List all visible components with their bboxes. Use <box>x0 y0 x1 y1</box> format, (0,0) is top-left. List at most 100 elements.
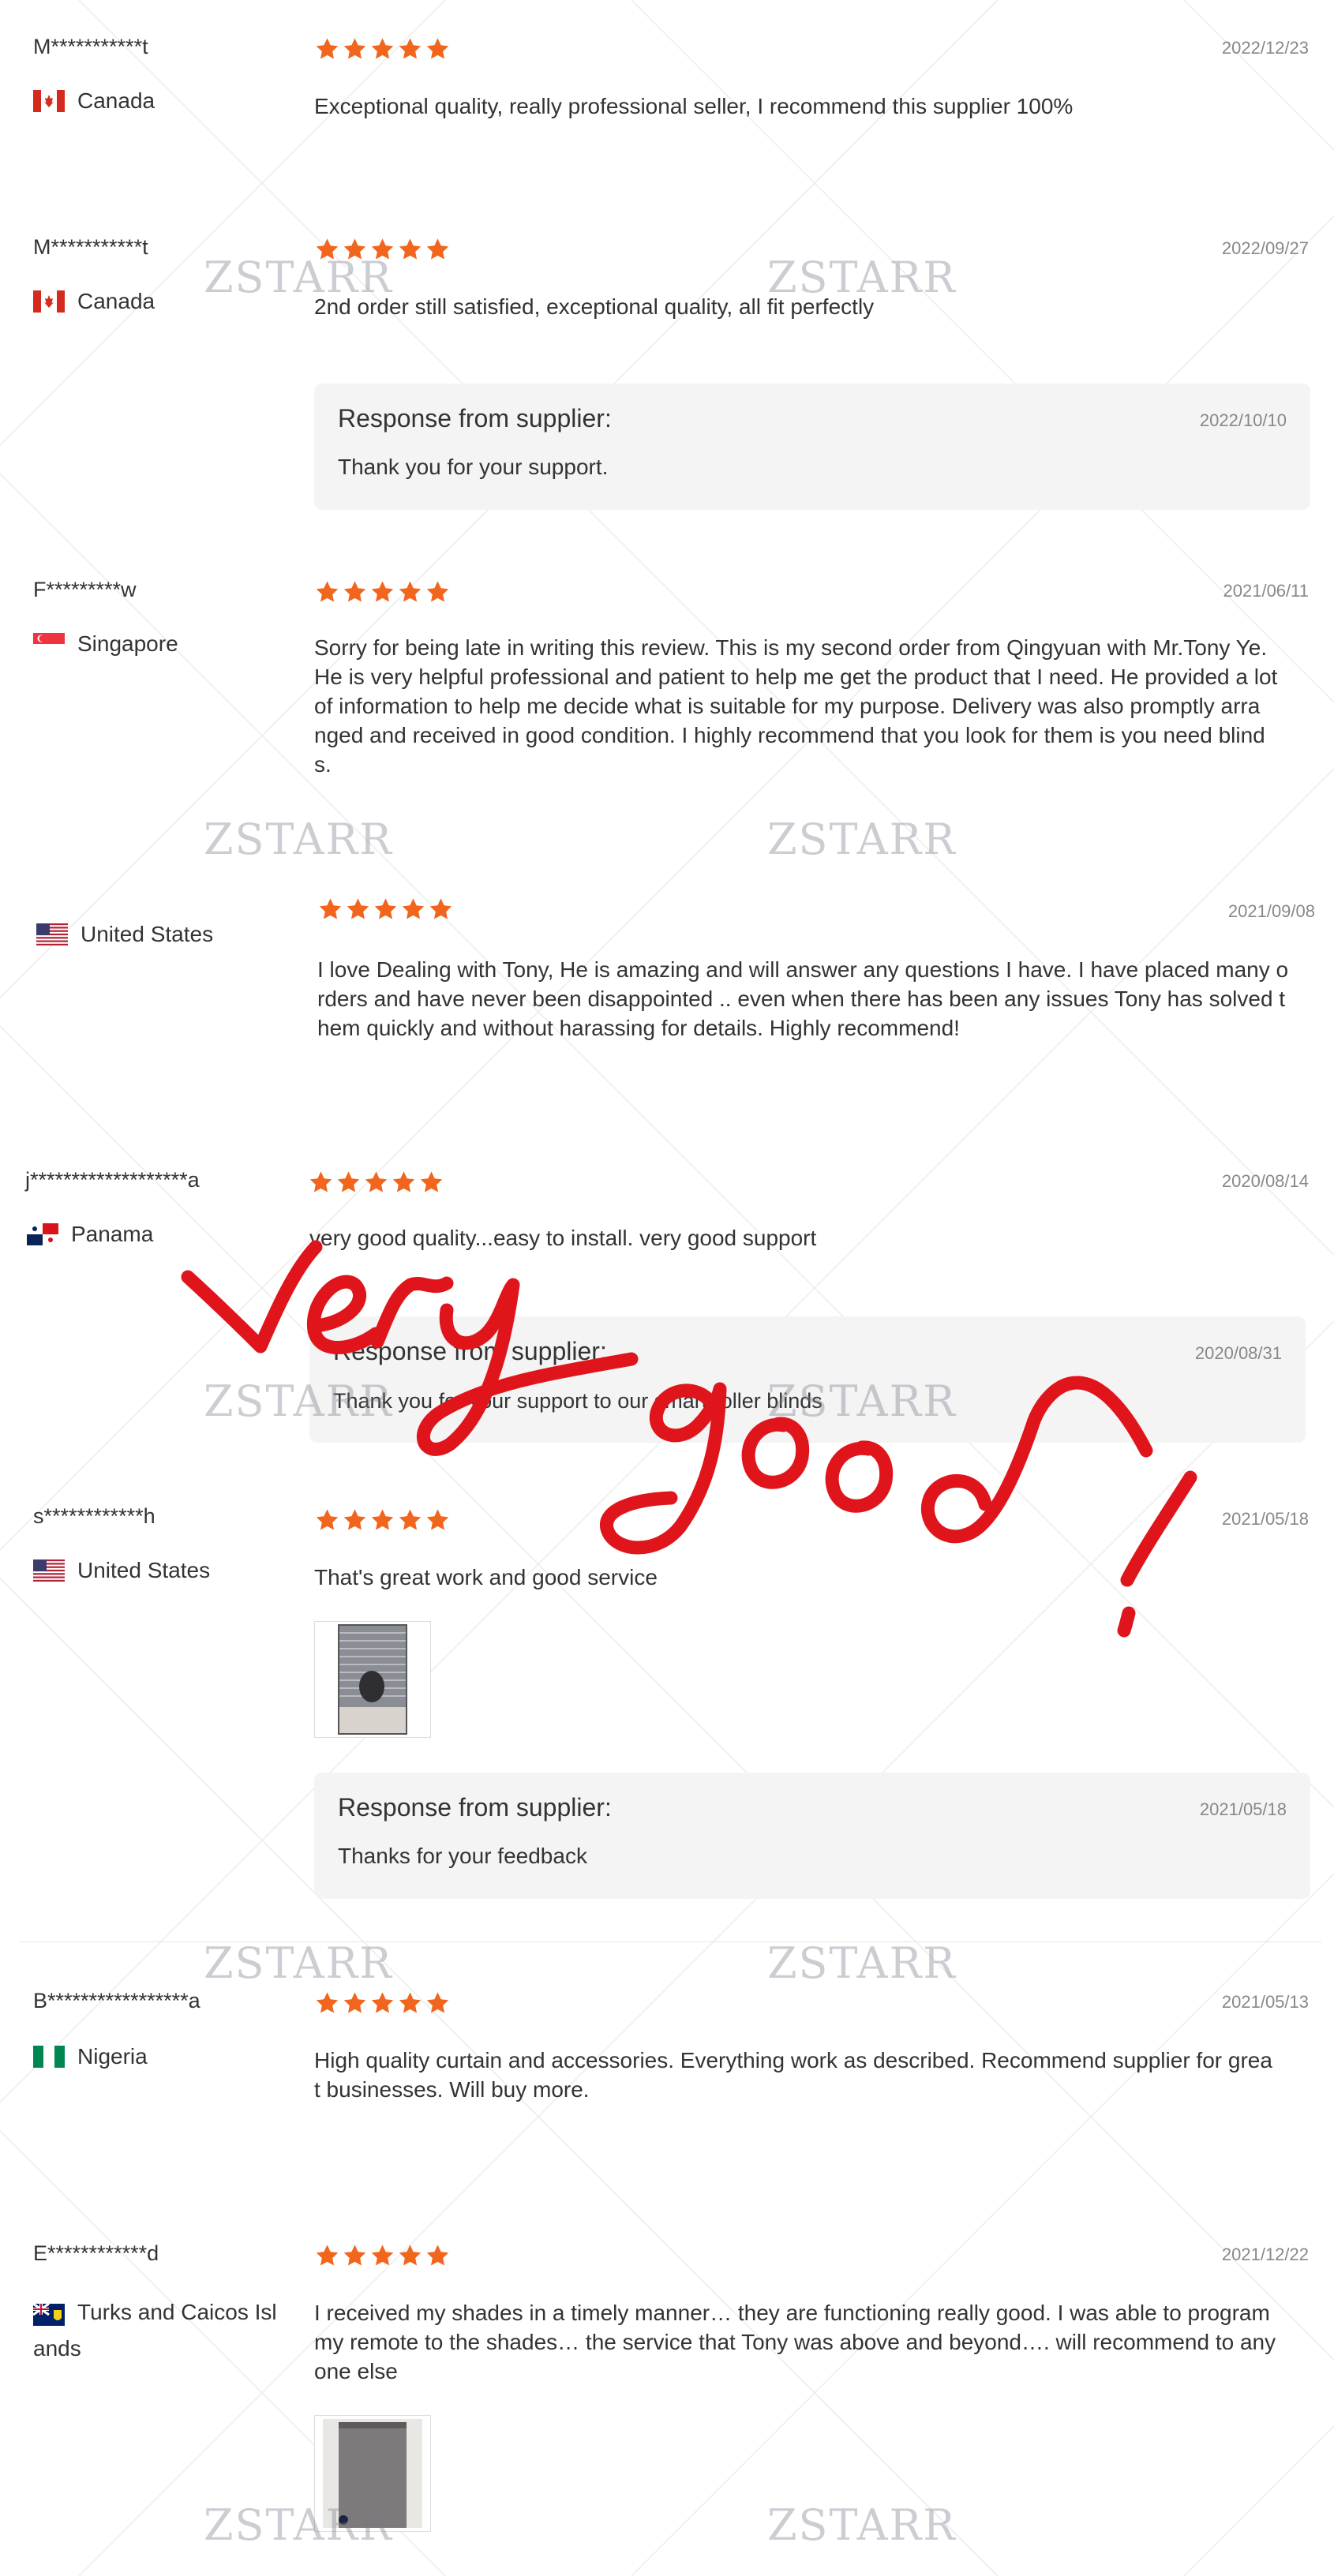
reviewer-country: Canada <box>33 88 155 114</box>
star-icon <box>426 1992 449 2013</box>
star-icon <box>399 2245 422 2266</box>
star-icon <box>371 1509 394 1530</box>
review-date: 2021/12/22 <box>1221 2245 1309 2264</box>
watermark: ZSTARR <box>767 1938 957 1988</box>
reviewer-country: Turks and Caicos Isl <box>32 2295 330 2330</box>
star-icon <box>319 898 342 919</box>
watermark: ZSTARR <box>204 1376 393 1426</box>
star-icon <box>399 238 422 260</box>
review-text-line: rders and have never been disappointed .… <box>317 987 1286 1011</box>
star-icon <box>426 1509 449 1530</box>
star-rating <box>308 1170 444 1195</box>
star-icon <box>371 1992 394 2013</box>
us-flag-icon <box>36 923 68 945</box>
star-icon <box>426 581 449 602</box>
star-icon <box>337 1171 360 1193</box>
star-icon <box>343 581 366 602</box>
response-title: Response from supplier: <box>338 1793 612 1822</box>
country-name: Panama <box>71 1222 154 1246</box>
canada-flag-icon <box>33 290 65 313</box>
reviewer-country: United States <box>36 922 213 947</box>
reviewer-country-continued: ands <box>33 2331 81 2366</box>
review-date: 2020/08/14 <box>1221 1171 1309 1191</box>
response-text: Thanks for your feedback <box>338 1844 587 1868</box>
review-text: I received my shades in a timely manner…… <box>314 2298 1310 2386</box>
review-text-line: Sorry for being late in writing this rev… <box>314 635 1268 660</box>
watermark: ZSTARR <box>204 2500 393 2550</box>
star-icon <box>316 581 339 602</box>
watermark: ZSTARR <box>767 814 957 864</box>
star-icon <box>309 1171 332 1193</box>
review-text-line: my remote to the shades… the service tha… <box>314 2330 1276 2354</box>
country-name: Singapore <box>77 631 178 656</box>
watermark: ZSTARR <box>767 2500 957 2550</box>
country-name-line: Turks and Caicos Isl <box>77 2300 277 2324</box>
star-icon <box>347 898 369 919</box>
watermark: ZSTARR <box>204 253 393 302</box>
panama-flag-icon <box>27 1223 58 1245</box>
supplier-response: Response from supplier: 2022/10/10 Thank… <box>314 384 1310 510</box>
watermark: ZSTARR <box>204 1938 393 1988</box>
star-icon <box>316 2245 339 2266</box>
country-name: Turks and Caicos Isl <box>77 2295 330 2330</box>
review-text-line: nged and received in good condition. I h… <box>314 723 1265 747</box>
star-icon <box>392 1171 415 1193</box>
response-date: 2022/10/10 <box>1199 410 1287 430</box>
review-text: Exceptional quality, really professional… <box>314 94 1074 118</box>
star-icon <box>316 1509 339 1530</box>
review-text-line: of information to help me decide what is… <box>314 694 1261 718</box>
review-date: 2021/09/08 <box>1227 901 1315 921</box>
country-name: United States <box>81 922 214 946</box>
watermark: ZSTARR <box>767 1376 957 1426</box>
reviewer-country: Singapore <box>33 631 178 657</box>
star-icon <box>316 38 339 59</box>
review-date: 2022/12/23 <box>1221 38 1309 58</box>
review-photo[interactable] <box>314 1621 431 1738</box>
reviewer-name: j*******************a <box>25 1168 200 1192</box>
reviewer-name: s************h <box>33 1504 156 1528</box>
review-text-line: one else <box>314 2359 398 2383</box>
star-icon <box>399 1992 422 2013</box>
star-icon <box>374 898 397 919</box>
country-name: Canada <box>77 88 156 113</box>
star-rating <box>314 36 451 62</box>
response-text: Thank you for your support to our smart … <box>333 1389 823 1413</box>
reviewer-country: Canada <box>33 289 155 314</box>
star-icon <box>343 1992 366 2013</box>
star-icon <box>371 581 394 602</box>
review-text: High quality curtain and accessories. Ev… <box>314 2046 1310 2104</box>
singapore-flag-icon <box>33 633 65 655</box>
review-text-line: High quality curtain and accessories. Ev… <box>314 2048 1272 2072</box>
review-date: 2022/09/27 <box>1221 238 1309 258</box>
country-name: Nigeria <box>77 2044 148 2069</box>
reviews-page: M***********t Canada 2022/12/23 Exceptio… <box>0 0 1334 2576</box>
country-name-line: ands <box>33 2336 81 2361</box>
review-text-line: He is very helpful professional and pati… <box>314 665 1278 689</box>
star-icon <box>426 2245 449 2266</box>
star-icon <box>399 38 422 59</box>
star-icon <box>371 2245 394 2266</box>
star-icon <box>399 581 422 602</box>
star-rating <box>317 897 454 922</box>
star-icon <box>343 1509 366 1530</box>
reviewer-country: United States <box>33 1558 210 1583</box>
supplier-response: Response from supplier: 2021/05/18 Thank… <box>314 1773 1310 1899</box>
reviewer-name: M***********t <box>33 235 148 259</box>
review-date: 2021/05/18 <box>1221 1509 1309 1529</box>
star-rating <box>314 1990 451 2016</box>
star-icon <box>402 898 425 919</box>
response-title: Response from supplier: <box>338 404 612 432</box>
response-title: Response from supplier: <box>333 1337 607 1365</box>
country-name: United States <box>77 1558 211 1582</box>
review-text: I love Dealing with Tony, He is amazing … <box>317 955 1313 1043</box>
nigeria-flag-icon <box>33 2046 65 2068</box>
watermark: ZSTARR <box>767 253 957 302</box>
watermark: ZSTARR <box>204 814 393 864</box>
review-text-line: s. <box>314 752 332 777</box>
review-text-line: I love Dealing with Tony, He is amazing … <box>317 957 1289 982</box>
review-text: very good quality...easy to install. ver… <box>309 1226 817 1250</box>
star-icon <box>316 1992 339 2013</box>
us-flag-icon <box>33 1559 65 1582</box>
reviewer-name: B*****************a <box>33 1989 200 2012</box>
star-icon <box>429 898 452 919</box>
